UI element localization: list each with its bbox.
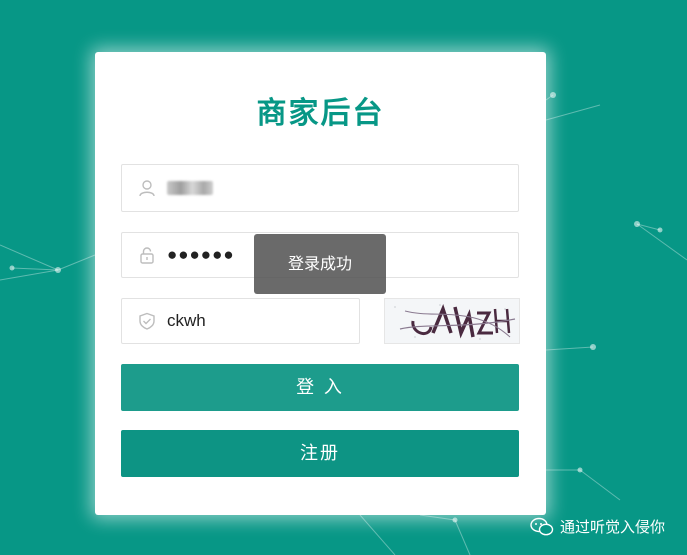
captcha-value: ckwh xyxy=(167,311,206,330)
shield-icon xyxy=(139,312,155,330)
page-title: 商家后台 xyxy=(256,96,385,131)
wechat-icon xyxy=(530,517,554,535)
captcha-image[interactable] xyxy=(384,298,520,344)
username-value-redacted xyxy=(167,181,213,195)
success-toast: 登录成功 xyxy=(254,234,386,294)
lock-icon xyxy=(140,247,154,264)
login-button[interactable]: 登 入 xyxy=(121,364,519,411)
password-value: ●●●●●● xyxy=(167,245,235,264)
captcha-field[interactable]: ckwh xyxy=(121,298,360,344)
user-icon xyxy=(139,180,155,197)
watermark-text: 通过听觉入侵你 xyxy=(559,518,665,536)
username-field[interactable] xyxy=(121,164,519,212)
captcha-graphic xyxy=(394,304,516,340)
watermark: 通过听觉入侵你 xyxy=(530,516,665,537)
register-button[interactable]: 注册 xyxy=(121,430,519,477)
